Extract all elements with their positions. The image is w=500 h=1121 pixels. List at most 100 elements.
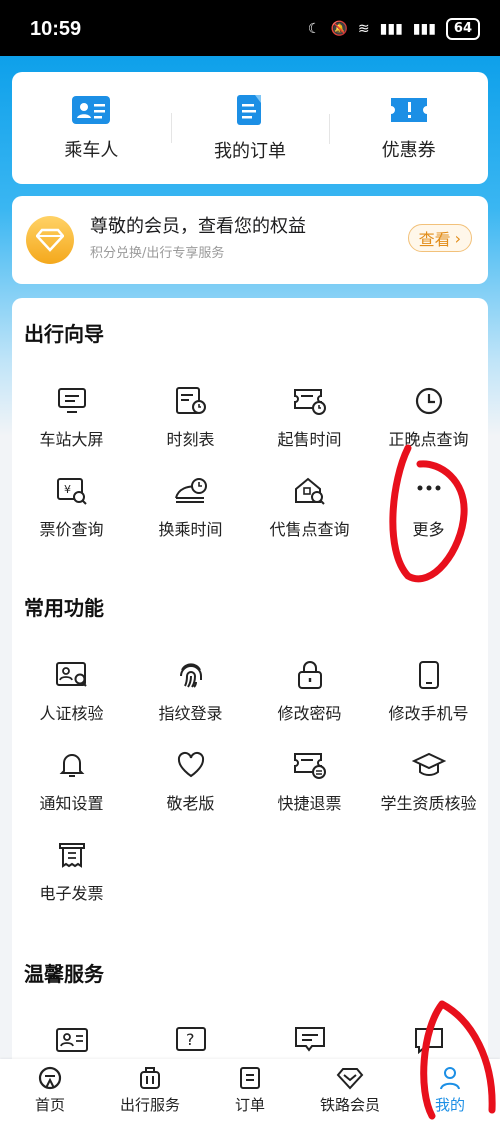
agency-search-icon [293, 476, 327, 506]
common-item-fingerprint[interactable]: 指纹登录 [131, 660, 250, 724]
clock-icon [414, 386, 444, 416]
question-icon: ? [175, 1026, 207, 1054]
tile-coupons[interactable]: 优惠券 [329, 94, 488, 162]
common-item-change-phone[interactable]: 修改手机号 [369, 660, 488, 724]
member-banner[interactable]: 尊敬的会员，查看您的权益 积分兑换/出行专享服务 查看 › [12, 196, 488, 284]
common-item-label: 学生资质核验 [380, 794, 477, 813]
nav-label: 出行服务 [119, 1095, 180, 1114]
common-item-label: 电子发票 [39, 884, 104, 903]
fingerprint-icon [176, 660, 206, 690]
tile-coupons-label: 优惠券 [381, 140, 436, 161]
lock-icon [295, 660, 325, 690]
common-item-student-verify[interactable]: 学生资质核验 [369, 750, 488, 814]
chat-icon [413, 1026, 445, 1054]
common-item-elderly[interactable]: 敬老版 [131, 750, 250, 814]
guide-row-1: 车站大屏 时刻表 起售时间 正晚点查询 [12, 386, 488, 450]
nav-label: 首页 [34, 1095, 65, 1114]
screen-icon [57, 386, 87, 416]
home-railway-icon [37, 1066, 63, 1090]
luggage-icon [137, 1066, 163, 1090]
id-card-icon [55, 1026, 89, 1054]
common-row-2: 通知设置 敬老版 快捷退票 学生资质核验 [12, 750, 488, 814]
nav-railway-member[interactable]: 铁路会员 [300, 1059, 400, 1121]
price-search-icon: ¥ [56, 476, 88, 506]
warm-item-1[interactable] [12, 1026, 131, 1054]
id-verify-icon [55, 660, 89, 690]
common-item-change-password[interactable]: 修改密码 [250, 660, 369, 724]
nav-label: 我的 [434, 1095, 465, 1114]
common-item-label: 修改密码 [277, 704, 342, 723]
order-document-icon [233, 93, 267, 127]
guide-item-label: 更多 [412, 520, 445, 539]
quick-access-card: 乘车人 我的订单 优惠券 [12, 72, 488, 184]
nav-label: 铁路会员 [319, 1095, 380, 1114]
common-item-notification[interactable]: 通知设置 [12, 750, 131, 814]
tile-passenger-label: 乘车人 [64, 140, 119, 161]
svg-text:?: ? [186, 1030, 195, 1049]
guide-item-label: 换乘时间 [158, 520, 223, 539]
moon-icon: ☾ [307, 21, 321, 37]
common-item-label: 通知设置 [39, 794, 104, 813]
battery-icon: 64 [445, 18, 480, 40]
common-item-label: 敬老版 [166, 794, 215, 813]
passenger-card-icon [71, 94, 111, 126]
warm-item-3[interactable] [250, 1026, 369, 1054]
guide-item-transfer-time[interactable]: 换乘时间 [131, 476, 250, 540]
common-item-label: 快捷退票 [277, 794, 342, 813]
guide-item-timetable[interactable]: 时刻表 [131, 386, 250, 450]
svg-text:¥: ¥ [64, 483, 71, 496]
nav-home[interactable]: 首页 [0, 1059, 100, 1121]
member-view-button[interactable]: 查看 › [407, 224, 472, 252]
guide-item-label: 起售时间 [277, 430, 342, 449]
guide-item-label: 票价查询 [39, 520, 104, 539]
nav-mine[interactable]: 我的 [400, 1059, 500, 1121]
guide-item-station-screen[interactable]: 车站大屏 [12, 386, 131, 450]
coupon-icon [389, 94, 429, 126]
timetable-icon [175, 386, 207, 416]
train-clock-icon [173, 476, 209, 506]
tile-my-orders-label: 我的订单 [214, 141, 286, 162]
guide-item-label: 时刻表 [166, 430, 215, 449]
nav-orders[interactable]: 订单 [200, 1059, 300, 1121]
common-item-label: 指纹登录 [158, 704, 223, 723]
guide-item-sale-time[interactable]: 起售时间 [250, 386, 369, 450]
signal-icon: ▮▮▮ [379, 21, 403, 37]
common-item-id-verify[interactable]: 人证核验 [12, 660, 131, 724]
invoice-icon [57, 840, 87, 870]
status-bar: 10:59 ☾ 🔕 ≋ ▮▮▮ ▮▮▮ 64 [0, 0, 500, 56]
bell-icon [57, 750, 87, 780]
order-icon [238, 1066, 262, 1090]
common-item-quick-refund[interactable]: 快捷退票 [250, 750, 369, 814]
member-diamond-icon [26, 216, 74, 264]
signal-icon-2: ▮▮▮ [412, 21, 436, 37]
chevron-right-icon: › [454, 228, 461, 248]
diamond-icon [336, 1066, 364, 1090]
guide-section-title: 出行向导 [24, 322, 104, 346]
nav-travel-service[interactable]: 出行服务 [100, 1059, 200, 1121]
wifi-icon: ≋ [357, 21, 370, 37]
graduation-cap-icon [411, 750, 446, 780]
refund-ticket-icon [293, 750, 327, 780]
mute-icon: 🔕 [330, 21, 348, 37]
common-item-e-invoice[interactable]: 电子发票 [12, 840, 131, 904]
ticket-clock-icon [293, 386, 327, 416]
guide-row-2: ¥ 票价查询 换乘时间 代售点查询 更多 [12, 476, 488, 540]
tile-passenger[interactable]: 乘车人 [12, 94, 171, 162]
guide-item-more[interactable]: 更多 [369, 476, 488, 540]
guide-item-agency-query[interactable]: 代售点查询 [250, 476, 369, 540]
main-panel: 出行向导 车站大屏 时刻表 起售时间 正晚点查询 ¥ 票价查询 换乘时间 代售点… [12, 298, 488, 1078]
tile-my-orders[interactable]: 我的订单 [170, 93, 330, 163]
guide-item-price-query[interactable]: ¥ 票价查询 [12, 476, 131, 540]
message-icon [294, 1026, 326, 1054]
member-view-label: 查看 [418, 230, 451, 249]
common-row-3: 电子发票 [12, 840, 488, 904]
warm-section-title: 温馨服务 [24, 962, 104, 986]
common-item-label: 人证核验 [39, 704, 104, 723]
guide-item-delay-query[interactable]: 正晚点查询 [369, 386, 488, 450]
guide-item-label: 代售点查询 [269, 520, 350, 539]
warm-item-2[interactable]: ? [131, 1026, 250, 1054]
status-time: 10:59 [30, 18, 82, 40]
warm-item-4[interactable] [369, 1026, 488, 1054]
member-title: 尊敬的会员，查看您的权益 [90, 216, 306, 237]
more-dots-icon [414, 476, 444, 506]
